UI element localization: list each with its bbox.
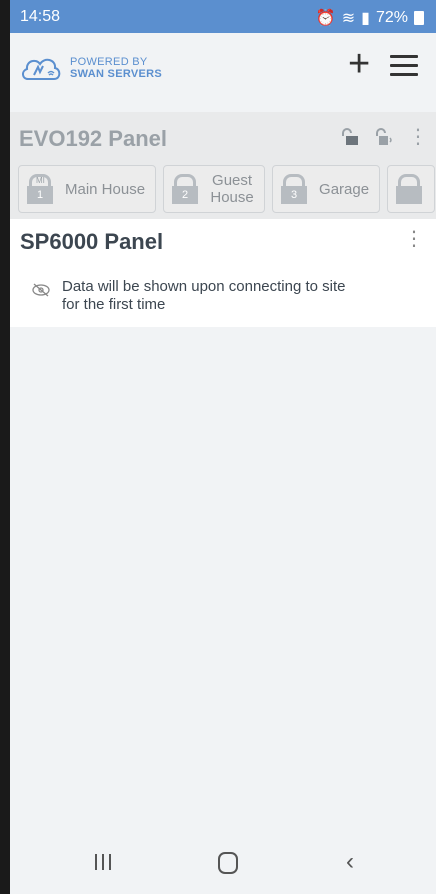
area-tile-3[interactable]: 3 Garage xyxy=(272,165,381,213)
cloud-logo-icon xyxy=(22,58,61,80)
unlock-icon[interactable] xyxy=(340,128,360,146)
hamburger-menu-icon[interactable] xyxy=(390,55,418,82)
status-bar: 14:58 ⏰ ≋ ▮ 72% xyxy=(10,0,436,33)
signal-icon: ▮ xyxy=(361,10,370,27)
panel-title: EVO192 Panel xyxy=(19,126,167,151)
status-icons: ⏰ ≋ ▮ 72% xyxy=(316,8,424,28)
battery-icon xyxy=(414,11,424,25)
unlock-radio-icon[interactable] xyxy=(374,128,394,146)
area-label: Guest House xyxy=(210,172,254,206)
panel-card-evo192[interactable]: EVO192 Panel ⋮ MI 1 Main House 2 Guest H… xyxy=(10,112,436,230)
unlock-icon: 2 xyxy=(172,174,200,204)
recent-apps-icon[interactable] xyxy=(95,854,111,870)
back-icon[interactable]: ‹ xyxy=(346,848,354,876)
area-tile-4-partial[interactable] xyxy=(387,165,436,213)
unlock-icon xyxy=(396,174,424,204)
add-button[interactable]: + xyxy=(348,44,370,84)
eye-off-icon xyxy=(32,283,50,297)
panel-actions: ⋮ xyxy=(340,127,428,147)
empty-state-message: Data will be shown upon connecting to si… xyxy=(32,278,352,314)
brand-logo: POWERED BY SWAN SERVERS xyxy=(20,53,162,83)
empty-state-text: Data will be shown upon connecting to si… xyxy=(62,278,346,313)
wifi-icon: ≋ xyxy=(341,10,356,27)
plus-icon: + xyxy=(348,43,371,85)
area-list: MI 1 Main House 2 Guest House 3 Garage xyxy=(18,165,436,213)
app-header: POWERED BY SWAN SERVERS + xyxy=(10,33,436,110)
panel-card-sp6000[interactable]: SP6000 Panel ⋮ Data will be shown upon c… xyxy=(10,219,436,327)
area-label: Main House xyxy=(65,180,146,198)
alarm-icon: ⏰ xyxy=(315,10,336,27)
area-tile-2[interactable]: 2 Guest House xyxy=(163,165,266,213)
brand-line-1: POWERED BY xyxy=(70,56,148,68)
unlock-icon: 3 xyxy=(281,174,309,204)
system-nav-bar: ‹ xyxy=(10,828,436,894)
panel-title: SP6000 Panel xyxy=(20,229,164,254)
more-vert-icon[interactable]: ⋮ xyxy=(404,229,424,249)
phone-screen: 14:58 ⏰ ≋ ▮ 72% POWERED BY SWAN SERVERS … xyxy=(10,0,436,894)
area-label: Garage xyxy=(319,180,370,198)
brand-line-2: SWAN SERVERS xyxy=(70,68,163,80)
unlock-icon: MI 1 xyxy=(27,174,55,204)
home-icon[interactable] xyxy=(218,852,238,874)
more-vert-icon[interactable]: ⋮ xyxy=(408,127,428,147)
battery-percentage: 72% xyxy=(375,9,408,26)
area-tile-1[interactable]: MI 1 Main House xyxy=(18,165,157,213)
status-time: 14:58 xyxy=(20,8,61,25)
